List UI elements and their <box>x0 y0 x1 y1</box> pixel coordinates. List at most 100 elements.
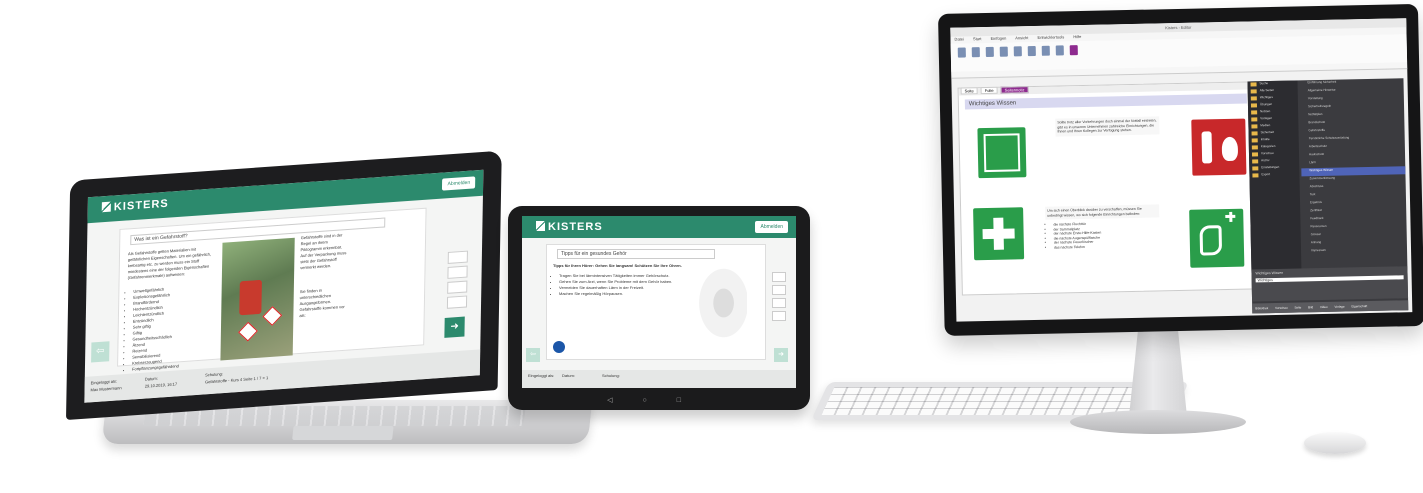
lesson-heading: Tipps für Ihren Hörer: Gehen Sie langsam… <box>553 263 682 268</box>
paste-icon[interactable] <box>999 46 1008 57</box>
previous-button[interactable]: ⇦ <box>91 341 110 363</box>
extinguisher-shape <box>1201 131 1213 164</box>
fire-extinguisher-icon <box>1191 118 1247 176</box>
kisters-logo-icon <box>101 201 111 213</box>
footer-value: Max Mustermann <box>90 385 122 393</box>
android-nav-bar: ◁○□ <box>508 396 810 404</box>
side-tools <box>446 250 468 312</box>
plus-vertical <box>1228 211 1232 222</box>
monitor-screen: Kisters - Editor Datei Start Einfügen An… <box>950 18 1413 322</box>
emergency-exit-icon <box>977 127 1027 179</box>
app-header: KISTERS Abmelden <box>522 216 796 238</box>
bottom-tabs: Bibliothek Vorschau Seite Bild Video Vor… <box>1252 300 1409 314</box>
phone-handset-icon <box>1199 225 1223 256</box>
footer-label: Datum: <box>562 373 575 378</box>
tablet-screen: KISTERS Abmelden Tipps für ein gesundes … <box>522 216 796 388</box>
fuel-canister-image <box>239 279 262 316</box>
tool-button[interactable] <box>772 285 786 295</box>
tool-button[interactable] <box>772 311 786 321</box>
recents-icon[interactable]: □ <box>677 397 711 404</box>
ribbon-tab[interactable]: Entwicklertools <box>1037 34 1064 40</box>
monitor: Kisters - Editor Datei Start Einfügen An… <box>938 3 1423 336</box>
tips-list: Tragen Sie bei lärmintensiven Tätigkeite… <box>549 273 699 297</box>
ribbon-tab[interactable]: Start <box>973 36 982 41</box>
home-icon[interactable]: ○ <box>642 397 676 404</box>
emergency-phone-icon <box>1189 208 1245 268</box>
folder-tree: Suche Alle Seiten Wichtiges Übungen Noti… <box>1247 80 1302 274</box>
ribbon: Kisters - Editor Datei Start Einfügen An… <box>950 18 1408 79</box>
folder-item[interactable]: Export <box>1249 171 1299 179</box>
bottom-tab[interactable]: Vorlage <box>1334 305 1344 309</box>
ribbon-tab[interactable]: Ansicht <box>1015 35 1028 40</box>
logout-button[interactable]: Abmelden <box>442 176 476 191</box>
footer-label: Datum: <box>144 375 158 382</box>
laptop: KISTERS Abmelden Was ist ein Gefahrstoff… <box>66 150 502 420</box>
back-icon[interactable]: ◁ <box>607 397 642 404</box>
hazard-photo <box>220 237 295 361</box>
body-text-right-2: Sie finden in unterschiedlichen Ausgangs… <box>299 287 345 319</box>
page-list-item[interactable]: Impressum <box>1303 246 1407 256</box>
properties-panel: Wichtiges Wissen Wichtiges <box>1251 266 1409 302</box>
lesson-content: Tipps für ein gesundes Gehör Tipps für I… <box>546 244 766 360</box>
navigator-panel: Suche Alle Seiten Wichtiges Übungen Noti… <box>1247 78 1409 314</box>
property-title: Wichtiges Wissen <box>1255 270 1284 276</box>
ribbon-tab[interactable]: Hilfe <box>1073 34 1081 39</box>
hazard-pictogram-icon <box>238 321 258 342</box>
page-list: Einführung Sicherheit Allgemeine Hinweis… <box>1299 78 1407 272</box>
cross-horizontal <box>982 228 1015 240</box>
intro-text: Sollte trotz aller Vorkehrungen doch ein… <box>1055 116 1160 137</box>
save-icon[interactable] <box>957 47 966 58</box>
side-tools <box>772 272 786 324</box>
tool-button[interactable] <box>446 295 468 309</box>
equipment-list: die nächste Fluchttür der Sammelplatz de… <box>1045 220 1164 249</box>
tool-button[interactable] <box>447 250 468 264</box>
logout-button[interactable]: Abmelden <box>755 221 788 233</box>
doc-tab[interactable]: Seitennotiz <box>1000 86 1029 94</box>
tool-button[interactable] <box>447 280 468 294</box>
image-icon[interactable] <box>1027 45 1036 57</box>
flame-icon <box>1221 136 1239 162</box>
kisters-logo: KISTERS <box>536 221 603 233</box>
ribbon-tab[interactable]: Datei <box>954 36 963 41</box>
doc-tab[interactable]: Seite <box>960 87 978 95</box>
bottom-tab[interactable]: Eigenschaft <box>1351 304 1367 308</box>
bottom-tab[interactable]: Video <box>1320 305 1328 309</box>
bottom-tab[interactable]: Bibliothek <box>1255 306 1268 310</box>
insert-icon[interactable] <box>1013 46 1022 57</box>
bottom-tab[interactable]: Vorschau <box>1275 306 1288 310</box>
bottom-tab[interactable]: Bild <box>1308 305 1313 309</box>
property-field[interactable]: Wichtiges <box>1255 275 1404 283</box>
list-intro-text: Um sich einen Überblick darüber zu versc… <box>1045 204 1160 220</box>
ear-illustration <box>695 263 747 343</box>
next-button[interactable]: ➜ <box>774 348 788 362</box>
tool-button[interactable] <box>772 298 786 308</box>
kisters-logo-icon <box>536 221 545 231</box>
footer-label: Schulung: <box>602 373 620 378</box>
ear-protection-icon <box>553 341 565 353</box>
tablet: KISTERS Abmelden Tipps für ein gesundes … <box>508 206 810 410</box>
brand-name: KISTERS <box>548 221 603 233</box>
next-button[interactable]: ➜ <box>444 316 465 338</box>
format-icon[interactable] <box>1069 45 1078 56</box>
hazard-list: Umweltgefährlich Explosionsgefährlich Br… <box>122 282 224 379</box>
table-icon[interactable] <box>1041 45 1050 56</box>
footer-label: Schulung: <box>205 371 224 378</box>
mouse <box>1304 432 1366 454</box>
ribbon-tab[interactable]: Einfügen <box>991 36 1007 41</box>
document-canvas: Seite Folie Seitennotiz Wichtiges Wissen… <box>957 81 1258 296</box>
question-title: Tipps für ein gesundes Gehör <box>557 249 715 259</box>
status-footer: Eingeloggt als: Datum: Schulung: <box>522 370 796 388</box>
tool-button[interactable] <box>772 272 786 282</box>
previous-button[interactable]: ⇦ <box>526 348 540 362</box>
exit-door-icon <box>983 133 1021 173</box>
laptop-screen: KISTERS Abmelden Was ist ein Gefahrstoff… <box>84 169 484 403</box>
page-title: Wichtiges Wissen <box>964 93 1247 110</box>
link-icon[interactable] <box>1055 45 1064 56</box>
cut-icon[interactable] <box>971 47 980 58</box>
doc-tab[interactable]: Folie <box>980 86 998 95</box>
bottom-tab[interactable]: Seite <box>1294 305 1301 309</box>
laptop-trackpad <box>292 426 394 440</box>
copy-icon[interactable] <box>985 46 994 58</box>
kisters-logo: KISTERS <box>101 198 169 215</box>
tool-button[interactable] <box>447 265 468 279</box>
